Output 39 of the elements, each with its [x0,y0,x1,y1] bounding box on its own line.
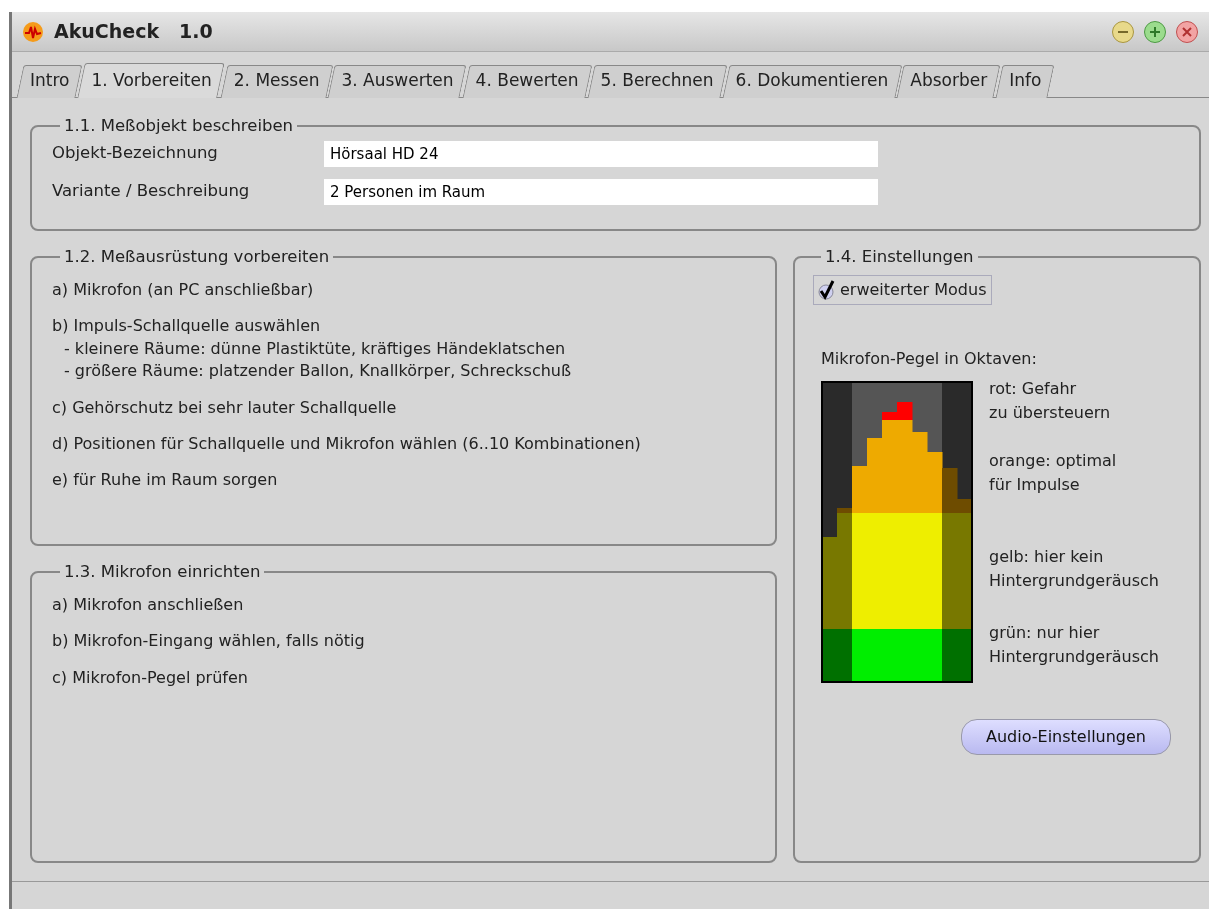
instruction-text: d) Positionen für Schallquelle und Mikrofon wählen (6..10 Kombinationen) [52,432,642,455]
tab[interactable]: 2. Messen [223,64,330,97]
instruction-text: a) Mikrofon anschließen [52,594,245,616]
tab[interactable]: 5. Berechnen [590,64,724,97]
tab[interactable]: Info [999,64,1052,97]
audio-settings-button[interactable]: Audio-Einstellungen [961,719,1171,755]
minimize-icon[interactable] [1111,19,1135,44]
legend-text: grün: nur hier Hintergrundgeräusch [989,622,1159,668]
tab[interactable]: Absorber [900,64,998,97]
instruction-text: b) Mikrofon-Eingang wählen, falls nötig [52,630,366,653]
app-icon [22,20,44,43]
instruction-text: e) für Ruhe im Raum sorgen [52,469,279,492]
legend-text: orange: optimal für Impulse [989,450,1118,496]
instruction-text: - größere Räume: platzender Ballon, Knallkörper, Schreckschuß [63,360,573,383]
checkbox[interactable] [818,280,836,300]
group-title: 1.1. Meßobjekt beschreiben [63,118,295,135]
tab[interactable]: Intro [20,64,80,97]
legend-text: gelb: hier kein Hintergrundgeräusch [989,546,1159,592]
field-label: Variante / Beschreibung [52,180,251,203]
input-field[interactable]: Hörsaal HD 24 [324,140,878,167]
group-title: 1.2. Meßausrüstung vorbereiten [63,248,331,265]
field-label: Objekt-Bezeichnung [52,142,219,165]
tab[interactable]: 6. Dokumentieren [725,64,899,97]
tab[interactable]: 3. Auswerten [331,64,464,97]
meter-title: Mikrofon-Pegel in Oktaven: [821,348,1038,370]
instruction-text: c) Gehörschutz bei sehr lauter Schallquelle [52,396,398,419]
instruction-text: b) Impuls-Schallquelle auswählen [52,315,322,338]
group-title: 1.3. Mikrofon einrichten [63,563,262,580]
input-field[interactable]: 2 Personen im Raum [324,178,878,205]
close-icon[interactable] [1175,19,1199,44]
instruction-text: c) Mikrofon-Pegel prüfen [52,666,249,689]
maximize-icon[interactable] [1143,19,1167,44]
window-title: AkuCheck 1.0 [54,19,213,45]
tab[interactable]: 4. Bewerten [465,64,589,97]
instruction-text: - kleinere Räume: dünne Plastiktüte, kräftiges Händeklatschen [63,337,567,360]
checkbox-label: erweiterter Modus [840,279,987,301]
group-title: 1.4. Einstellungen [824,248,975,265]
legend-text: rot: Gefahr zu übersteuern [989,378,1112,424]
instruction-text: a) Mikrofon (an PC anschließbar) [52,279,315,301]
